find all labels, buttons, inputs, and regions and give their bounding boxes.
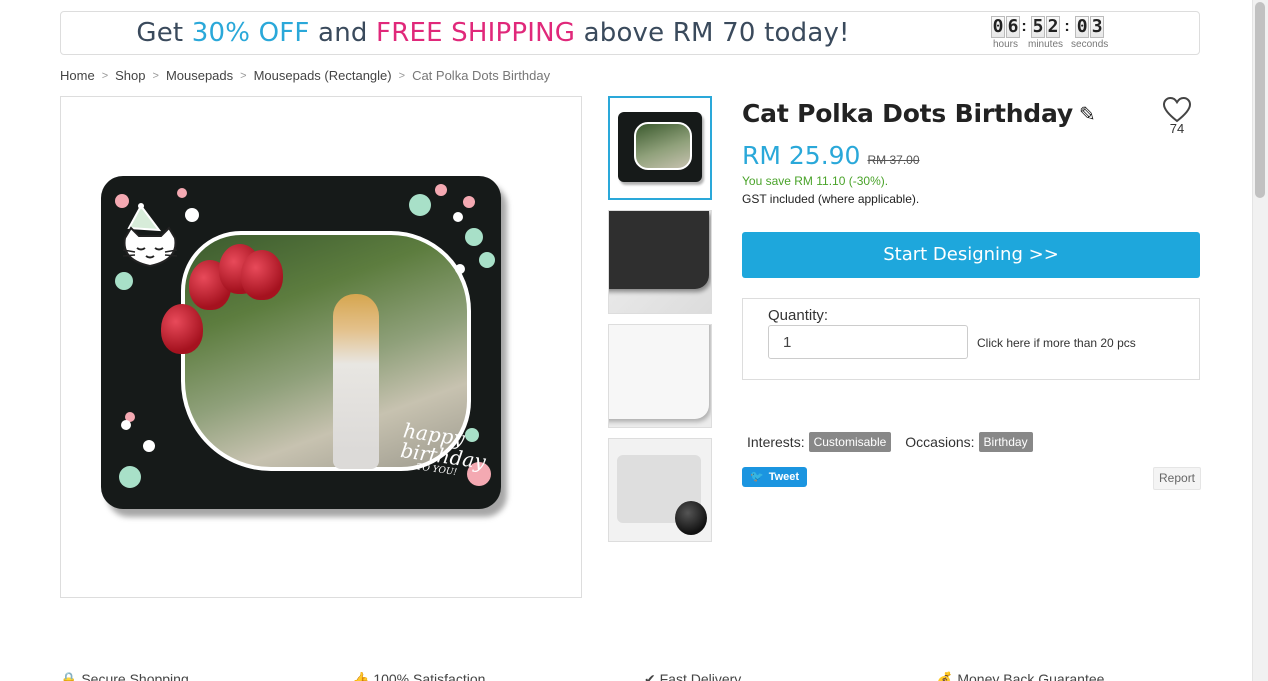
- original-price: RM 37.00: [867, 153, 920, 167]
- feature-label: Money Back Guarantee: [957, 671, 1105, 681]
- feature-label: 100% Satisfaction: [373, 671, 486, 681]
- report-button[interactable]: Report: [1153, 467, 1202, 490]
- timer-digit: 2: [1046, 16, 1060, 38]
- product-title-text: Cat Polka Dots Birthday: [742, 99, 1073, 128]
- product-main-image[interactable]: happy birthday TO YOU!: [60, 96, 582, 598]
- timer-seconds: 0 3 seconds: [1071, 16, 1108, 50]
- thumbnail-black-corner[interactable]: [608, 210, 712, 314]
- current-price: RM 25.90: [742, 141, 861, 170]
- tag-customisable[interactable]: Customisable: [808, 432, 892, 452]
- timer-label-seconds: seconds: [1071, 39, 1109, 50]
- start-designing-button[interactable]: Start Designing >>: [742, 232, 1200, 278]
- timer-separator: :: [1021, 18, 1027, 35]
- breadcrumb-current: Cat Polka Dots Birthday: [412, 68, 551, 83]
- thumbs-up-icon: 👍: [352, 671, 370, 681]
- thumbnail-white-corner[interactable]: [608, 324, 712, 428]
- breadcrumb: Home > Shop > Mousepads > Mousepads (Rec…: [60, 68, 550, 83]
- timer-digit: 3: [1090, 16, 1105, 38]
- breadcrumb-separator: >: [101, 69, 109, 82]
- feature-secure-shopping: 🔒 Secure Shopping: [60, 671, 189, 681]
- polka-dot: [185, 208, 199, 222]
- feature-label: Secure Shopping: [81, 671, 189, 681]
- breadcrumb-separator: >: [240, 69, 247, 82]
- photo-person: [333, 294, 379, 469]
- breadcrumb-mousepads[interactable]: Mousepads: [166, 68, 233, 83]
- product-tags: Interests: Customisable Occasions: Birth…: [747, 432, 1033, 452]
- polka-dot: [177, 188, 187, 198]
- tweet-button[interactable]: 🐦 Tweet: [742, 467, 808, 487]
- quantity-label: Quantity:: [768, 307, 829, 324]
- mouse-icon: [675, 501, 707, 535]
- balloon: [161, 304, 203, 354]
- thumbnail-mousepad: [618, 112, 702, 182]
- promo-text: Get 30% OFF and FREE SHIPPING above RM 7…: [61, 12, 925, 54]
- feature-satisfaction: 👍 100% Satisfaction: [352, 671, 485, 681]
- feature-label: Fast Delivery: [659, 671, 742, 681]
- product-title: Cat Polka Dots Birthday ✎: [742, 99, 1096, 128]
- polka-dot: [463, 196, 475, 208]
- timer-label-hours: hours: [992, 39, 1018, 50]
- feature-money-back: 💰 Money Back Guarantee: [936, 671, 1104, 681]
- tweet-label: Tweet: [768, 471, 800, 483]
- bulk-quantity-link[interactable]: Click here if more than 20 pcs: [977, 336, 1136, 350]
- thumbnail-design[interactable]: [608, 96, 712, 200]
- promo-part-3: above RM 70 today!: [575, 18, 850, 48]
- thumbnail-black-surface: [609, 211, 709, 289]
- timer-digit: 0: [991, 16, 1005, 38]
- timer-digit: 6: [1006, 16, 1020, 38]
- thumbnail-list: [608, 96, 712, 552]
- price-row: RM 25.90 RM 37.00: [742, 141, 920, 170]
- tag-birthday[interactable]: Birthday: [978, 432, 1033, 452]
- polka-dot: [479, 252, 495, 268]
- promo-part-1: Get: [136, 18, 192, 48]
- breadcrumb-separator: >: [398, 69, 406, 82]
- scrollbar-thumb[interactable]: [1255, 2, 1265, 198]
- favorite-button[interactable]: 74: [1158, 96, 1196, 136]
- thumbnail-with-mouse[interactable]: [608, 438, 712, 542]
- breadcrumb-home[interactable]: Home: [60, 68, 95, 83]
- money-icon: 💰: [936, 671, 954, 681]
- heart-icon: [1162, 96, 1192, 123]
- polka-dot: [119, 466, 141, 488]
- timer-separator: :: [1064, 18, 1070, 35]
- thumbnail-white-surface: [609, 325, 709, 419]
- polka-dot: [409, 194, 431, 216]
- savings-text: You save RM 11.10 (-30%).: [742, 174, 889, 188]
- timer-digit: 0: [1075, 16, 1090, 38]
- breadcrumb-mousepads-rectangle[interactable]: Mousepads (Rectangle): [254, 68, 392, 83]
- thumbnail-photo: [634, 122, 692, 170]
- artwork-text: happy birthday TO YOU!: [398, 418, 490, 481]
- polka-dot: [455, 264, 465, 274]
- breadcrumb-separator: >: [152, 69, 159, 82]
- timer-digit: 5: [1031, 16, 1045, 38]
- mousepad-artwork: happy birthday TO YOU!: [101, 176, 501, 509]
- polka-dot: [121, 420, 131, 430]
- breadcrumb-shop[interactable]: Shop: [115, 68, 145, 83]
- promo-banner: Get 30% OFF and FREE SHIPPING above RM 7…: [60, 11, 1200, 55]
- lock-icon: 🔒: [60, 671, 78, 681]
- polka-dot: [453, 212, 463, 222]
- timer-hours: 0 6 hours: [991, 16, 1020, 50]
- occasions-label: Occasions:: [905, 434, 975, 450]
- timer-minutes: 5 2 minutes: [1028, 16, 1063, 50]
- gst-note: GST included (where applicable).: [742, 192, 920, 206]
- polka-dot: [435, 184, 447, 196]
- feature-fast-delivery: ✔ Fast Delivery: [644, 671, 741, 681]
- promo-shipping: FREE SHIPPING: [376, 18, 576, 48]
- promo-part-2: and: [309, 18, 377, 48]
- twitter-bird-icon: 🐦: [750, 471, 764, 483]
- promo-discount: 30% OFF: [191, 18, 310, 48]
- polka-dot: [465, 228, 483, 246]
- interests-label: Interests:: [747, 434, 805, 450]
- timer-label-minutes: minutes: [1028, 39, 1064, 50]
- check-icon: ✔: [644, 671, 656, 681]
- quantity-panel: Quantity: Click here if more than 20 pcs: [742, 298, 1200, 380]
- countdown-timer: 0 6 hours : 5 2 minutes : 0 3 seconds: [991, 16, 1108, 50]
- pencil-icon[interactable]: ✎: [1079, 102, 1096, 126]
- cat-icon: [122, 203, 178, 268]
- polka-dot: [143, 440, 155, 452]
- quantity-input[interactable]: [768, 325, 968, 359]
- balloon: [241, 250, 283, 300]
- favorite-count: 74: [1169, 121, 1185, 136]
